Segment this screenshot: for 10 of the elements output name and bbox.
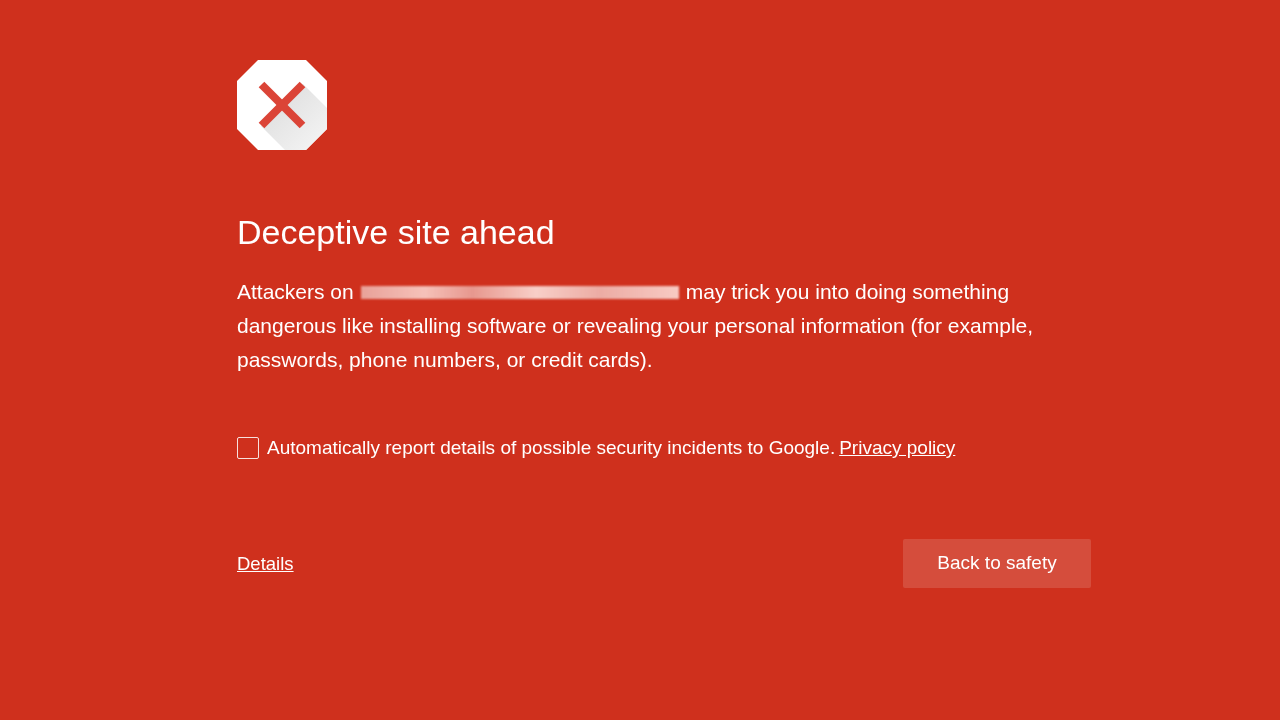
warning-message: Attackers on <box>237 279 354 305</box>
warning-message: dangerous like installing software or revealing your personal information (for example, passwords, phone numbers, or credit cards). <box>237 313 1035 373</box>
report-checkbox[interactable] <box>237 437 259 459</box>
octagon-x-icon <box>237 60 327 150</box>
page-title: Deceptive site ahead <box>237 212 556 252</box>
back-to-safety-button[interactable]: Back to safety <box>903 539 1091 588</box>
details-link[interactable]: Details <box>237 549 294 578</box>
warning-message: may trick you into doing something <box>685 279 1010 305</box>
checkbox-label: Automatically report details of possible security incidents to Google. <box>267 436 836 460</box>
privacy-policy-link[interactable]: Privacy policy <box>839 435 956 461</box>
